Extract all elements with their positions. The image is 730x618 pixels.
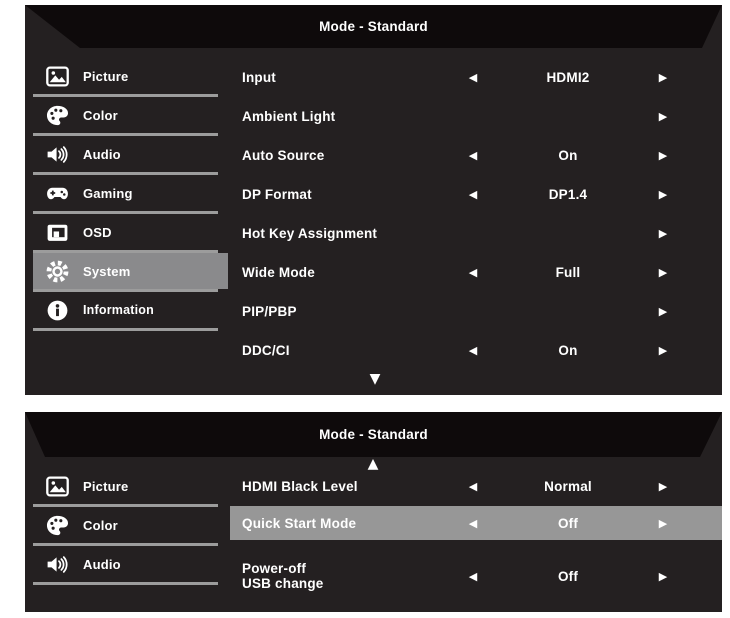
menu-row-input[interactable]: Input ◀ HDMI2 ▶ <box>230 58 722 97</box>
sidebar-item-label: Audio <box>83 556 121 572</box>
menu-row-ambient-light[interactable]: Ambient Light ▶ <box>230 97 722 136</box>
sidebar-item-information[interactable]: Information <box>33 292 228 328</box>
menu-item-label: Hot Key Assignment <box>242 226 378 241</box>
audio-speaker-icon <box>45 142 70 167</box>
menu-item-value: On <box>558 148 578 163</box>
menu-row-ddc-ci[interactable]: DDC/CI ◀ On ▶ <box>230 331 722 370</box>
left-arrow-icon[interactable]: ◀ <box>458 150 488 161</box>
right-arrow-icon[interactable]: ▶ <box>648 481 678 492</box>
sidebar-item-gaming[interactable]: Gaming <box>33 175 228 211</box>
sidebar-item-label: Audio <box>83 146 121 162</box>
gamepad-icon <box>45 181 70 206</box>
menu-item-label-line1: Power-off <box>242 561 307 576</box>
osd-header: Mode - Standard <box>25 5 722 48</box>
right-arrow-icon[interactable]: ▶ <box>648 111 678 122</box>
left-arrow-icon[interactable]: ◀ <box>458 571 488 582</box>
menu-row-dp-format[interactable]: DP Format ◀ DP1.4 ▶ <box>230 175 722 214</box>
sidebar-item-label: Color <box>83 517 118 533</box>
menu-item-value: Off <box>557 568 579 584</box>
mode-title: Mode - Standard <box>319 19 428 34</box>
menu-item-label: Auto Source <box>242 148 325 163</box>
sidebar-item-label: Gaming <box>83 185 133 201</box>
divider <box>33 582 218 585</box>
right-arrow-icon[interactable]: ▶ <box>648 345 678 356</box>
right-arrow-icon[interactable]: ▶ <box>648 228 678 239</box>
menu-row-pip-pbp[interactable]: PIP/PBP ▶ <box>230 292 722 331</box>
menu-row-auto-source[interactable]: Auto Source ◀ On ▶ <box>230 136 722 175</box>
menu-item-value: Full <box>555 265 581 280</box>
right-arrow-icon[interactable]: ▶ <box>648 518 678 529</box>
left-arrow-icon[interactable]: ◀ <box>458 481 488 492</box>
sidebar-item-osd[interactable]: OSD <box>33 214 228 250</box>
scroll-down-icon[interactable]: ▼ <box>362 371 388 387</box>
menu-item-value: HDMI2 <box>546 70 590 85</box>
menu-list: Input ◀ HDMI2 ▶ Ambient Light ▶ Auto Sou… <box>230 58 722 370</box>
menu-row-wide-mode[interactable]: Wide Mode ◀ Full ▶ <box>230 253 722 292</box>
left-arrow-icon[interactable]: ◀ <box>458 267 488 278</box>
osd-panel-system-page1: Mode - Standard Picture Color Audio Gami… <box>25 5 722 395</box>
menu-row-quick-start-mode[interactable]: Quick Start Mode ◀ Off ▶ <box>230 506 722 540</box>
picture-icon <box>45 474 70 499</box>
sidebar-item-color[interactable]: Color <box>33 97 228 133</box>
right-arrow-icon[interactable]: ▶ <box>648 571 678 582</box>
right-arrow-icon[interactable]: ▶ <box>648 72 678 83</box>
sidebar-item-picture[interactable]: Picture <box>33 58 228 94</box>
sidebar-item-system[interactable]: System <box>33 253 228 289</box>
osd-screen-icon <box>45 220 70 245</box>
menu-item-label: DDC/CI <box>242 343 290 358</box>
menu-item-label: Input <box>242 70 276 85</box>
audio-speaker-icon <box>45 552 70 577</box>
osd-header: Mode - Standard <box>25 412 722 457</box>
menu-item-value: Normal <box>544 478 592 494</box>
sidebar-item-label: System <box>83 263 131 279</box>
mode-title: Mode - Standard <box>319 427 428 442</box>
right-arrow-icon[interactable]: ▶ <box>648 150 678 161</box>
menu-item-label: PIP/PBP <box>242 304 297 319</box>
menu-item-label: Wide Mode <box>242 265 315 280</box>
menu-row-power-off-usb-charge[interactable]: Power-off USB change ◀ Off ▶ <box>230 556 722 596</box>
right-arrow-icon[interactable]: ▶ <box>648 267 678 278</box>
menu-item-label: Ambient Light <box>242 109 336 124</box>
sidebar-item-picture[interactable]: Picture <box>33 468 228 504</box>
sidebar-item-audio[interactable]: Audio <box>33 136 228 172</box>
sidebar-item-label: Information <box>83 303 154 317</box>
menu-row-hot-key-assignment[interactable]: Hot Key Assignment ▶ <box>230 214 722 253</box>
color-palette-icon <box>45 103 70 128</box>
osd-screenshot: Mode - Standard Picture Color Audio Gami… <box>0 0 730 618</box>
menu-item-label: Power-off USB change <box>242 561 458 591</box>
left-arrow-icon[interactable]: ◀ <box>458 345 488 356</box>
info-icon <box>45 298 70 323</box>
sidebar-item-audio[interactable]: Audio <box>33 546 228 582</box>
divider <box>33 328 218 331</box>
sidebar-item-label: OSD <box>83 224 112 240</box>
sidebar-item-color[interactable]: Color <box>33 507 228 543</box>
left-arrow-icon[interactable]: ◀ <box>458 518 488 529</box>
menu-item-label: DP Format <box>242 187 312 202</box>
sidebar-item-label: Picture <box>83 478 129 494</box>
sidebar: Picture Color Audio <box>33 468 228 585</box>
menu-list: HDMI Black Level ◀ Normal ▶ Quick Start … <box>230 468 722 596</box>
right-arrow-icon[interactable]: ▶ <box>648 189 678 200</box>
menu-item-label: Quick Start Mode <box>242 515 357 531</box>
color-palette-icon <box>45 513 70 538</box>
gear-icon <box>45 259 70 284</box>
menu-item-label-line2: USB change <box>242 576 324 591</box>
sidebar: Picture Color Audio Gaming OSD System In… <box>33 58 228 331</box>
osd-panel-system-page2: Mode - Standard ▲ Picture Color Audio HD… <box>25 412 722 612</box>
menu-item-value: On <box>558 343 578 358</box>
menu-item-value: Off <box>557 515 579 531</box>
left-arrow-icon[interactable]: ◀ <box>458 72 488 83</box>
menu-item-value: DP1.4 <box>548 187 588 202</box>
sidebar-item-label: Picture <box>83 68 129 84</box>
left-arrow-icon[interactable]: ◀ <box>458 189 488 200</box>
right-arrow-icon[interactable]: ▶ <box>648 306 678 317</box>
picture-icon <box>45 64 70 89</box>
sidebar-item-label: Color <box>83 107 118 123</box>
menu-item-label: HDMI Black Level <box>242 478 358 494</box>
menu-row-hdmi-black-level[interactable]: HDMI Black Level ◀ Normal ▶ <box>230 468 722 504</box>
